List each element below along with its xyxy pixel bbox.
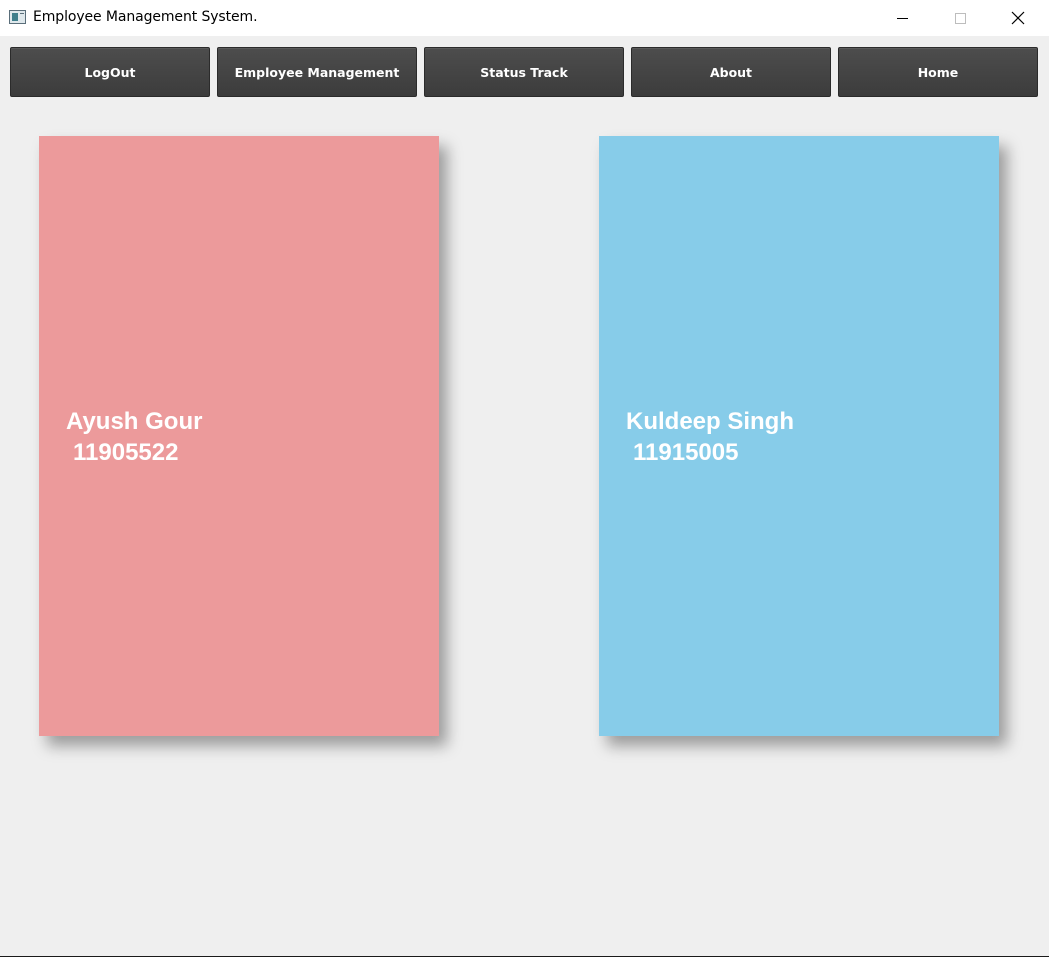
employee-management-button[interactable]: Employee Management xyxy=(217,47,417,97)
close-icon xyxy=(1011,11,1025,25)
employee-name: Kuldeep Singh xyxy=(626,408,794,435)
close-button[interactable] xyxy=(989,0,1047,36)
logout-button[interactable]: LogOut xyxy=(10,47,210,97)
maximize-button[interactable] xyxy=(931,0,989,36)
title-bar[interactable]: Employee Management System. xyxy=(0,0,1049,36)
status-track-button[interactable]: Status Track xyxy=(424,47,624,97)
app-window: Employee Management System. LogOut Emplo… xyxy=(0,0,1049,957)
employee-id: 11915005 xyxy=(633,439,739,466)
employee-card-ayush: Ayush Gour 11905522 xyxy=(39,136,439,736)
window-title: Employee Management System. xyxy=(33,9,258,25)
employee-card-kuldeep: Kuldeep Singh 11915005 xyxy=(599,136,999,736)
employee-name: Ayush Gour xyxy=(66,408,203,435)
about-button[interactable]: About xyxy=(631,47,831,97)
maximize-icon xyxy=(954,12,966,24)
minimize-icon xyxy=(896,17,908,19)
home-button[interactable]: Home xyxy=(838,47,1038,97)
employee-id: 11905522 xyxy=(73,439,179,466)
minimize-button[interactable] xyxy=(873,0,931,36)
app-window-icon xyxy=(9,10,26,24)
